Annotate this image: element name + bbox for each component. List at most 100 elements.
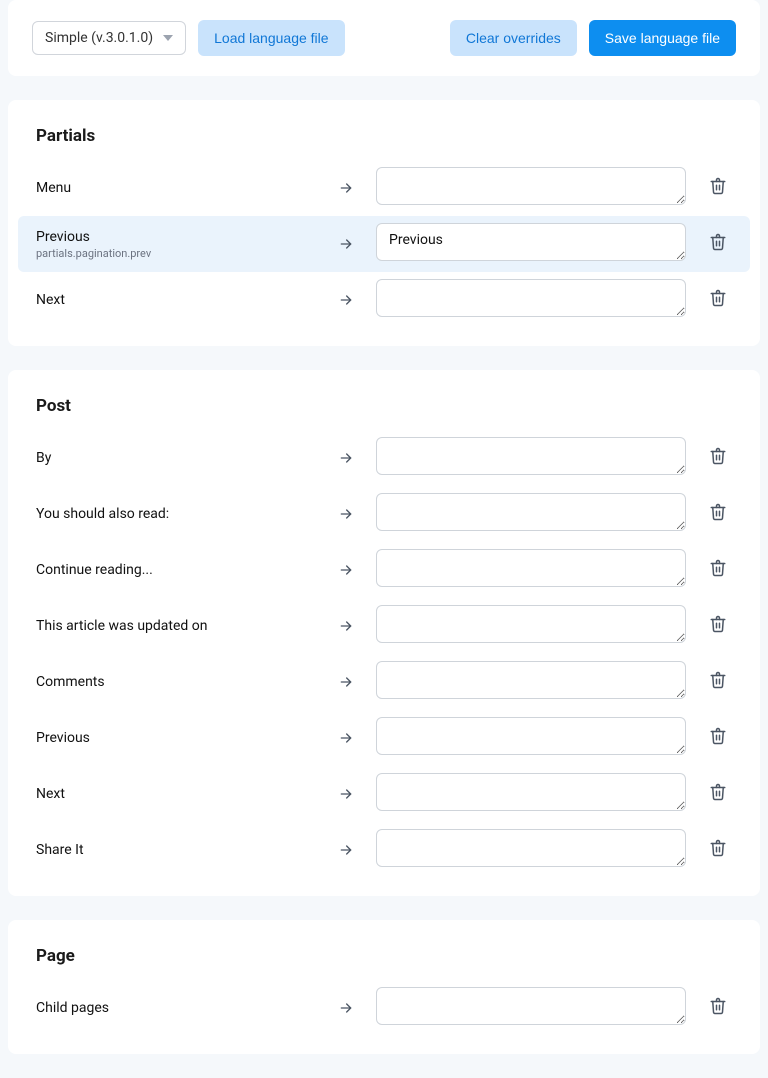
trash-icon	[709, 671, 727, 693]
row-label-col: Comments	[36, 674, 316, 690]
section-title: Post	[8, 396, 760, 430]
translation-input[interactable]	[376, 661, 686, 699]
translation-input[interactable]	[376, 279, 686, 317]
row-label: Share It	[36, 842, 316, 858]
delete-row-button[interactable]	[704, 783, 732, 805]
translation-input[interactable]	[376, 549, 686, 587]
section-panel: Post By You should also read: Continue read…	[8, 370, 760, 896]
row-label-col: Menu	[36, 180, 316, 196]
translation-row[interactable]: Previous partials.pagination.prev	[18, 216, 750, 272]
translation-row[interactable]: By	[8, 430, 760, 486]
section-title: Partials	[8, 126, 760, 160]
arrow-right-icon	[334, 562, 358, 578]
translation-row[interactable]: Share It	[8, 822, 760, 878]
row-label-col: Next	[36, 786, 316, 802]
row-label-col: This article was updated on	[36, 618, 316, 634]
delete-row-button[interactable]	[704, 559, 732, 581]
row-input-col	[376, 437, 686, 479]
delete-row-button[interactable]	[704, 177, 732, 199]
row-label-col: Previous partials.pagination.prev	[36, 229, 316, 260]
row-label-col: Next	[36, 292, 316, 308]
row-input-col	[376, 829, 686, 871]
row-label: Next	[36, 786, 316, 802]
save-language-button[interactable]: Save language file	[589, 20, 736, 56]
arrow-right-icon	[334, 506, 358, 522]
row-input-col	[376, 661, 686, 703]
clear-overrides-button[interactable]: Clear overrides	[450, 20, 577, 56]
trash-icon	[709, 503, 727, 525]
arrow-right-icon	[334, 842, 358, 858]
translation-row[interactable]: Continue reading...	[8, 542, 760, 598]
arrow-right-icon	[334, 1000, 358, 1016]
row-label: Previous	[36, 229, 316, 245]
delete-row-button[interactable]	[704, 503, 732, 525]
version-select-value: Simple (v.3.0.1.0)	[45, 30, 153, 46]
translation-input[interactable]	[376, 223, 686, 261]
row-input-col	[376, 605, 686, 647]
translation-input[interactable]	[376, 167, 686, 205]
delete-row-button[interactable]	[704, 727, 732, 749]
translation-row[interactable]: Child pages	[8, 980, 760, 1036]
translation-input[interactable]	[376, 987, 686, 1025]
row-label: This article was updated on	[36, 618, 316, 634]
section-panel: Partials Menu Previous partials.pagination.…	[8, 100, 760, 346]
row-label: Next	[36, 292, 316, 308]
trash-icon	[709, 289, 727, 311]
delete-row-button[interactable]	[704, 997, 732, 1019]
trash-icon	[709, 447, 727, 469]
row-input-col	[376, 279, 686, 321]
translation-row[interactable]: This article was updated on	[8, 598, 760, 654]
arrow-right-icon	[334, 236, 358, 252]
row-input-col	[376, 167, 686, 209]
delete-row-button[interactable]	[704, 615, 732, 637]
trash-icon	[709, 615, 727, 637]
translation-row[interactable]: Comments	[8, 654, 760, 710]
row-label: Menu	[36, 180, 316, 196]
version-select[interactable]: Simple (v.3.0.1.0)	[32, 21, 186, 55]
translation-row[interactable]: You should also read:	[8, 486, 760, 542]
load-language-button[interactable]: Load language file	[198, 20, 344, 56]
row-input-col	[376, 987, 686, 1029]
row-label: Continue reading...	[36, 562, 316, 578]
delete-row-button[interactable]	[704, 233, 732, 255]
trash-icon	[709, 783, 727, 805]
translation-input[interactable]	[376, 717, 686, 755]
arrow-right-icon	[334, 292, 358, 308]
row-key: partials.pagination.prev	[36, 247, 316, 260]
row-label: By	[36, 450, 316, 466]
row-input-col	[376, 549, 686, 591]
translation-row[interactable]: Previous	[8, 710, 760, 766]
arrow-right-icon	[334, 786, 358, 802]
trash-icon	[709, 727, 727, 749]
arrow-right-icon	[334, 450, 358, 466]
top-bar: Simple (v.3.0.1.0) Load language file Cl…	[8, 0, 760, 76]
row-input-col	[376, 493, 686, 535]
section-panel: Page Child pages	[8, 920, 760, 1054]
trash-icon	[709, 177, 727, 199]
translation-row[interactable]: Menu	[8, 160, 760, 216]
trash-icon	[709, 233, 727, 255]
row-label-col: Child pages	[36, 1000, 316, 1016]
delete-row-button[interactable]	[704, 839, 732, 861]
translation-input[interactable]	[376, 829, 686, 867]
section-title: Page	[8, 946, 760, 980]
row-input-col	[376, 717, 686, 759]
row-label-col: By	[36, 450, 316, 466]
translation-input[interactable]	[376, 437, 686, 475]
arrow-right-icon	[334, 674, 358, 690]
row-label-col: You should also read:	[36, 506, 316, 522]
trash-icon	[709, 997, 727, 1019]
translation-input[interactable]	[376, 605, 686, 643]
delete-row-button[interactable]	[704, 671, 732, 693]
translation-row[interactable]: Next	[8, 766, 760, 822]
delete-row-button[interactable]	[704, 289, 732, 311]
delete-row-button[interactable]	[704, 447, 732, 469]
translation-input[interactable]	[376, 773, 686, 811]
row-label-col: Share It	[36, 842, 316, 858]
row-input-col	[376, 773, 686, 815]
row-label-col: Continue reading...	[36, 562, 316, 578]
row-label: Previous	[36, 730, 316, 746]
translation-input[interactable]	[376, 493, 686, 531]
translation-row[interactable]: Next	[8, 272, 760, 328]
row-label: Child pages	[36, 1000, 316, 1016]
